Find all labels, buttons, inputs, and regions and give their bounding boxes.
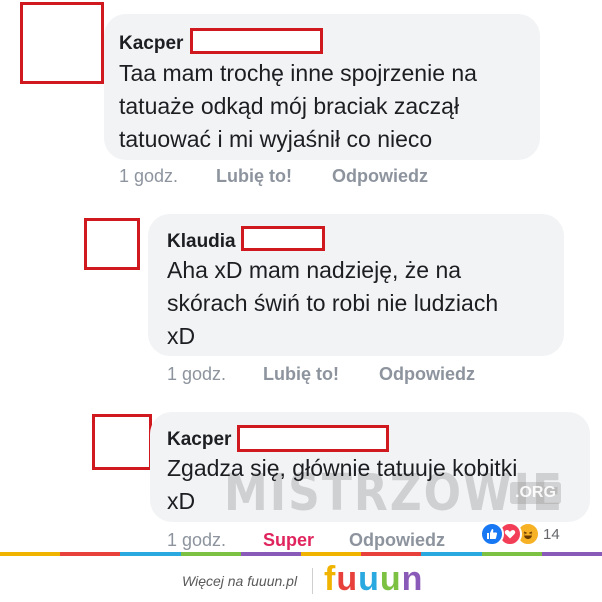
reply-button[interactable]: Odpowiedz [379, 364, 475, 385]
avatar[interactable] [84, 218, 140, 270]
comment-text-line: Aha xD mam nadzieję, że na [167, 257, 462, 283]
footer: Więcej na fuuun.pl fuuun [0, 556, 602, 602]
logo-letter: u [336, 560, 359, 598]
like-icon [480, 522, 504, 546]
like-button[interactable]: Lubię to! [216, 166, 332, 187]
watermark-suffix: .ORG [510, 482, 561, 504]
super-reaction-button[interactable]: Super [263, 530, 349, 551]
fuuun-logo[interactable]: fuuun [324, 560, 423, 599]
reaction-count: 14 [543, 525, 560, 543]
comment-text-line: Zgadza się, głównie tatuuje kobitki [167, 455, 518, 481]
reply-button[interactable]: Odpowiedz [332, 166, 428, 187]
comment-text: Taa mam trochę inne spojrzenie na tatuaż… [119, 57, 477, 156]
redacted-name [190, 28, 323, 54]
reply-button[interactable]: Odpowiedz [349, 530, 445, 551]
redacted-name [237, 425, 389, 452]
redacted-name [241, 226, 325, 251]
comment-meta: 1 godz. Lubię to! Odpowiedz [167, 364, 475, 385]
comment-text-line: tatuować i mi wyjaśnił co nieco [119, 126, 433, 152]
comment-text: Zgadza się, głównie tatuuje kobitki xD [167, 452, 517, 518]
comment-text-line: xD [167, 488, 196, 514]
comment-author[interactable]: Kacper [167, 429, 231, 451]
logo-letter: u [358, 560, 380, 598]
footer-link[interactable]: Więcej na fuuun.pl [182, 573, 297, 589]
logo-letter: f [324, 560, 337, 598]
comment-text-line: skórach świń to robi nie ludziach [167, 290, 499, 316]
comment-meta: 1 godz. Lubię to! Odpowiedz [119, 166, 428, 187]
comment-time[interactable]: 1 godz. [119, 166, 216, 187]
footer-divider [312, 568, 313, 594]
logo-letter: n [401, 560, 424, 598]
comment-author[interactable]: Klaudia [167, 231, 236, 253]
avatar[interactable] [92, 414, 152, 470]
comment-meta: 1 godz. Super Odpowiedz [167, 530, 445, 551]
comment-author[interactable]: Kacper [119, 33, 183, 55]
comment-time[interactable]: 1 godz. [167, 530, 263, 551]
comment-text-line: xD [167, 323, 196, 349]
logo-letter: u [379, 560, 402, 598]
like-button[interactable]: Lubię to! [263, 364, 379, 385]
avatar[interactable] [20, 2, 104, 84]
reaction-summary[interactable]: 14 [480, 521, 560, 547]
comment-time[interactable]: 1 godz. [167, 364, 263, 385]
comment-text-line: Taa mam trochę inne spojrzenie na [119, 60, 477, 86]
comment-text: Aha xD mam nadzieję, że na skórach świń … [167, 254, 498, 353]
comment-text-line: tatuaże odkąd mój braciak zaczął [119, 93, 460, 119]
